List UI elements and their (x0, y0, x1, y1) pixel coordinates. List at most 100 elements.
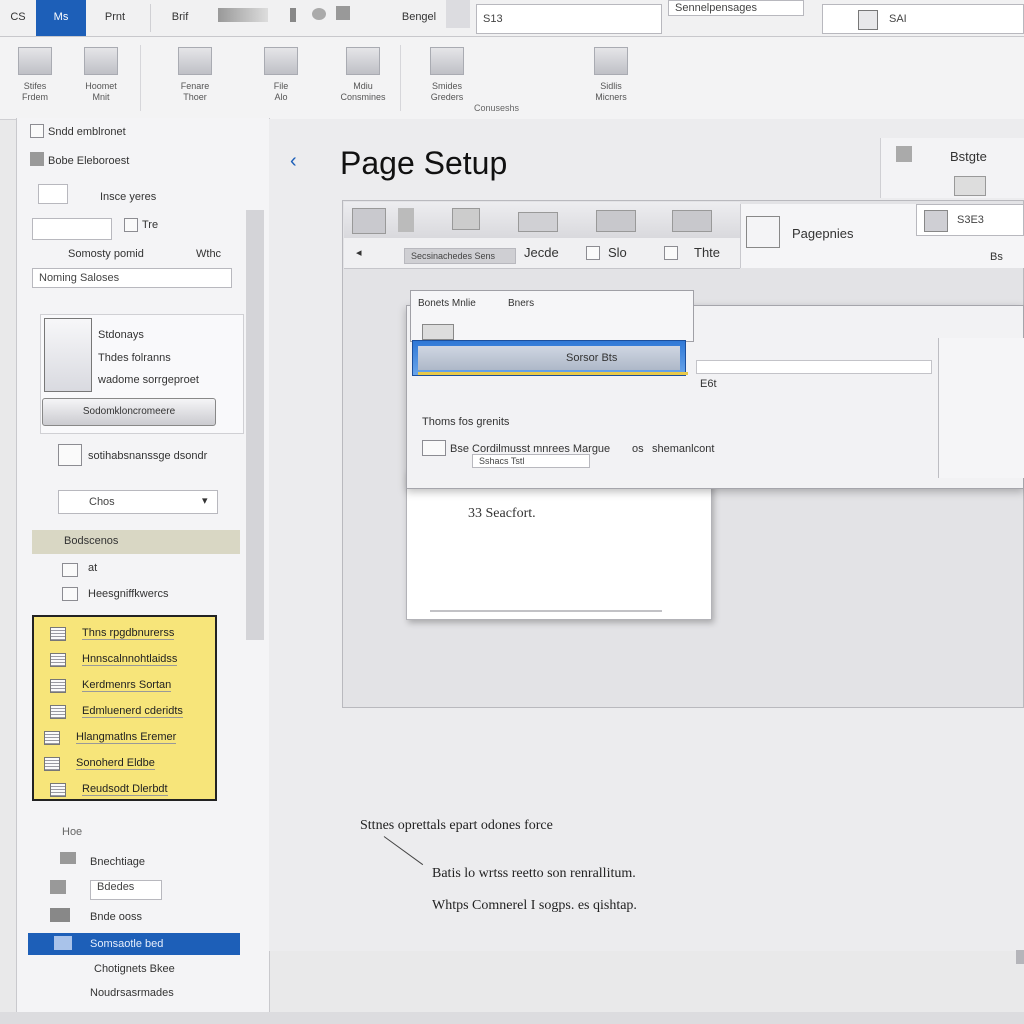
layer-icon (60, 852, 76, 864)
grid-icon (430, 47, 464, 75)
chevron-down-icon[interactable]: ▾ (202, 494, 208, 507)
list-item-label: Reudsodt Dlerbdt (82, 783, 168, 796)
tools-icon (50, 908, 70, 922)
list-item-label: Edmluenerd cderidts (82, 705, 183, 718)
list-item[interactable]: Reudsodt Dlerbdt (46, 780, 206, 800)
scrollbar-thumb[interactable] (1016, 950, 1024, 964)
ribbon-button-1[interactable]: Stifes Frdem (0, 43, 70, 103)
lower-item[interactable]: Chotignets Bkee (94, 963, 175, 975)
lower-item[interactable]: Bnde ooss (90, 911, 142, 923)
grid-icon (50, 627, 66, 641)
theme-icon (178, 47, 212, 75)
ribbon-sub-label: Conuseshs (474, 103, 520, 113)
grid-icon (50, 679, 66, 693)
ribbon-button-2[interactable]: Hoomet Mnit (66, 43, 136, 103)
account-field[interactable]: SAI (822, 4, 1024, 34)
left-item-5[interactable]: Somosty pomid (68, 248, 144, 260)
toolbar-icon-4[interactable] (518, 212, 558, 232)
selected-margin-inner (418, 346, 680, 370)
margin-value-field[interactable] (696, 360, 932, 374)
tab-layout[interactable]: Jecde (524, 245, 559, 260)
ribbon-label-5: Mdiu Consmines (340, 81, 386, 102)
account-icon[interactable] (858, 10, 878, 30)
ribbon-button-7[interactable]: Sidlis Micners (576, 43, 646, 103)
margins-icon (594, 47, 628, 75)
toolbar-icon-5[interactable] (596, 210, 636, 232)
option-icon (58, 444, 82, 466)
page-field-icon (924, 210, 948, 232)
left-item-2[interactable]: Bobe Eleboroest (48, 155, 129, 167)
left-item-4[interactable]: Tre (142, 219, 158, 231)
card-button[interactable]: Sodomkloncromeere (42, 398, 216, 426)
paper-preview (406, 470, 712, 620)
section-header: Bodscenos (64, 535, 119, 547)
ribbon-button-5[interactable]: Mdiu Consmines (328, 43, 398, 103)
ribbon-label-3: Fenare Thoer (180, 81, 210, 102)
settings-icon[interactable] (896, 146, 912, 162)
ribbon-label-4: File Alo (273, 81, 289, 102)
tab-theme[interactable]: Thte (694, 245, 720, 260)
shape-icon[interactable] (312, 8, 326, 20)
dropdown-icon[interactable] (446, 0, 470, 28)
checkbox[interactable] (62, 563, 78, 577)
left-item-7[interactable]: Noming Saloses (32, 268, 232, 288)
style-checkbox[interactable] (62, 587, 78, 601)
side-panel (938, 338, 1024, 478)
list-item[interactable]: Sonoherd Eldbe (40, 754, 200, 774)
tab-paper[interactable]: Slo (608, 245, 627, 260)
ribbon-button-4[interactable]: File Alo (246, 43, 316, 103)
tab-separator (150, 4, 151, 32)
grid-icon (44, 757, 60, 771)
fill-icon[interactable] (336, 6, 350, 20)
margin-icon[interactable] (422, 440, 446, 456)
toolbar-icon-6[interactable] (672, 210, 712, 232)
lower-item[interactable]: Hoe (62, 826, 82, 838)
left-item-1[interactable]: Sndd emblronet (48, 126, 126, 138)
style-field[interactable]: Sennelpensages (668, 0, 804, 16)
tab-paper-icon (586, 246, 600, 260)
style-label[interactable]: Heesgniffkwercs (88, 588, 169, 600)
highlight-line (418, 372, 688, 375)
list-item[interactable]: Hnnscalnnohtlaidss (46, 650, 206, 670)
tab-ms[interactable]: Ms (36, 0, 86, 36)
lower-item[interactable]: Bdedes (90, 880, 162, 900)
back-button[interactable]: ‹ (290, 150, 297, 173)
search-input[interactable]: S13 (476, 4, 662, 34)
tab-margins[interactable]: Secsinachedes Sens (404, 248, 516, 264)
size-field[interactable] (32, 218, 112, 240)
brush-icon[interactable] (218, 8, 268, 22)
ribbon-separator (140, 45, 141, 111)
list-item[interactable]: Edmluenerd cderidts (46, 702, 206, 722)
list-item[interactable]: Hlangmatlns Eremer (40, 728, 200, 748)
tab-cs[interactable]: CS (0, 0, 36, 36)
annotation-1: Sttnes oprettals epart odones force (360, 818, 553, 833)
lower-item[interactable]: Bnechtiage (90, 856, 145, 868)
popup-title: Bonets Mnlie (418, 298, 476, 309)
pin-icon[interactable] (290, 8, 296, 22)
checkbox-icon[interactable] (30, 124, 44, 138)
tab-print[interactable]: Prnt (88, 0, 142, 36)
list-item[interactable]: Thns rpgdbnurerss (46, 624, 206, 644)
paper-line (430, 610, 662, 612)
page-thumbnail-icon (44, 318, 92, 392)
tab-brif[interactable]: Brif (158, 0, 202, 36)
toolbar-icon-2[interactable] (398, 208, 414, 232)
margin-sub-field[interactable]: Sshacs Tstl (472, 454, 590, 468)
lower-item[interactable]: Noudrsasrmades (90, 987, 174, 999)
toolbar-icon-3[interactable] (452, 208, 480, 230)
margin-value: E6t (700, 378, 717, 390)
list-item[interactable]: Kerdmenrs Sortan (46, 676, 206, 696)
layout-icon[interactable] (954, 176, 986, 196)
small-field[interactable] (38, 184, 68, 204)
toolbar-icon-1[interactable] (352, 208, 386, 234)
top-tabstrip: CS Ms Prnt Brif Bengel S13 Sennelpensage… (0, 0, 1024, 37)
toggle-icon[interactable] (124, 218, 138, 232)
option-dropdown[interactable]: Chos (58, 490, 218, 514)
left-item-6[interactable]: Wthc (196, 248, 221, 260)
chevron-left-icon[interactable]: ◂ (356, 246, 362, 259)
left-item-3[interactable]: Insce yeres (100, 191, 156, 203)
left-pane-scrollbar[interactable] (246, 210, 264, 640)
ribbon-button-3[interactable]: Fenare Thoer (160, 43, 230, 103)
tab-bengel[interactable]: Bengel (392, 0, 446, 36)
ribbon-button-6[interactable]: Smides Greders (412, 43, 482, 103)
